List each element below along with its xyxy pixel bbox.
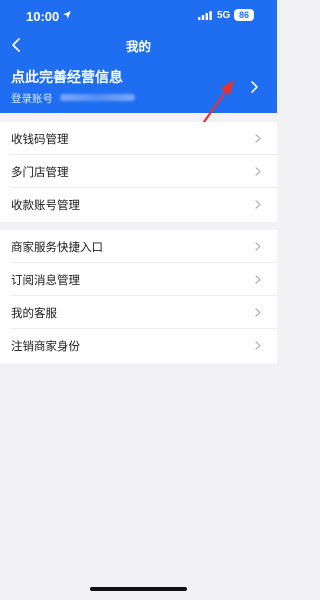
menu-item-label: 注销商家身份 <box>11 339 80 353</box>
menu-item-customer-service[interactable]: 我的客服 <box>0 296 277 329</box>
menu-item-merchant-services[interactable]: 商家服务快捷入口 <box>0 230 277 263</box>
cellular-signal-icon <box>198 11 212 20</box>
chevron-right-icon <box>255 308 261 317</box>
page-title: 我的 <box>125 39 151 54</box>
status-bar: 10:00 5G 86 <box>0 0 277 32</box>
menu-item-label: 收钱码管理 <box>11 132 69 146</box>
masked-account-value <box>60 94 135 101</box>
menu-item-deregister-merchant[interactable]: 注销商家身份 <box>0 329 277 362</box>
home-indicator[interactable] <box>90 587 187 591</box>
profile-info-entry[interactable]: 点此完善经营信息 登录账号 <box>0 62 277 110</box>
location-arrow-icon <box>63 11 71 19</box>
chevron-right-icon <box>255 242 261 251</box>
nav-bar: 我的 <box>0 32 277 58</box>
menu-item-label: 多门店管理 <box>11 165 69 179</box>
header: 10:00 5G 86 我的 点此完善经营信息 登录账号 <box>0 0 277 113</box>
menu-item-label: 商家服务快捷入口 <box>11 240 103 254</box>
chevron-right-icon <box>255 341 261 350</box>
chevron-right-icon <box>255 134 261 143</box>
menu-item-payee-account[interactable]: 收款账号管理 <box>0 188 277 221</box>
menu-item-label: 收款账号管理 <box>11 198 80 212</box>
menu-item-multi-store[interactable]: 多门店管理 <box>0 155 277 188</box>
battery-indicator: 86 <box>234 9 254 21</box>
chevron-right-icon <box>251 81 258 93</box>
chevron-right-icon <box>255 200 261 209</box>
menu-item-label: 订阅消息管理 <box>11 273 80 287</box>
menu-item-subscription-messages[interactable]: 订阅消息管理 <box>0 263 277 296</box>
menu-group-1: 收钱码管理 多门店管理 收款账号管理 <box>0 122 277 222</box>
chevron-right-icon <box>255 167 261 176</box>
menu-item-payment-code[interactable]: 收钱码管理 <box>0 122 277 155</box>
menu-item-label: 我的客服 <box>11 306 57 320</box>
status-time: 10:00 <box>26 9 60 24</box>
menu-group-2: 商家服务快捷入口 订阅消息管理 我的客服 注销商家身份 <box>0 230 277 363</box>
chevron-right-icon <box>255 275 261 284</box>
profile-title: 点此完善经营信息 <box>11 70 123 86</box>
network-type: 5G <box>217 10 231 21</box>
account-label: 登录账号 <box>11 93 53 105</box>
